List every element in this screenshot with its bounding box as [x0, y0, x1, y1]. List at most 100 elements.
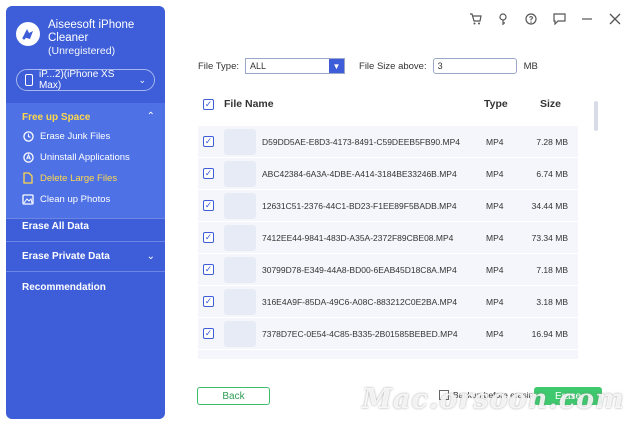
file-type: MP4	[486, 328, 504, 339]
sidebar-item-erase-junk-files[interactable]: Erase Junk Files	[22, 130, 110, 142]
feedback-icon[interactable]	[552, 12, 566, 26]
sidebar-item-uninstall-applications[interactable]: Uninstall Applications	[22, 151, 130, 163]
file-name: 7412EE44-9841-483D-A35A-2372F89CBE08.MP4	[262, 232, 454, 243]
table-row[interactable]: ✓ 7412EE44-9841-483D-A35A-2372F89CBE08.M…	[198, 222, 578, 253]
table-row[interactable]: ✓ 12631C51-2376-44C1-BD23-F1EE89F5BADB.M…	[198, 190, 578, 221]
chevron-up-icon[interactable]: ⌃	[147, 111, 155, 122]
video-thumbnail	[224, 288, 256, 315]
file-list: ✓ D59DD5AE-E8D3-4173-8491-C59DEEB5FB90.M…	[198, 126, 578, 359]
file-size: 7.18 MB	[536, 264, 568, 275]
apps-icon	[22, 151, 34, 163]
back-button[interactable]: Back	[197, 387, 270, 405]
file-icon	[22, 172, 34, 184]
row-checkbox[interactable]: ✓	[203, 136, 214, 147]
file-name: ABC42384-6A3A-4DBE-A414-3184BE33246B.MP4	[262, 168, 457, 179]
sidebar-item-label: Uninstall Applications	[40, 151, 130, 163]
watermark: Mac.orsoon.com	[362, 384, 625, 415]
file-name: 30799D78-E349-44A8-BD00-6EAB45D18C8A.MP4	[262, 264, 457, 275]
sidebar-item-label: Erase Junk Files	[40, 130, 111, 142]
row-checkbox[interactable]: ✓	[203, 328, 214, 339]
file-type-select[interactable]: ALL ▼	[245, 58, 346, 74]
file-type-value: ALL	[250, 61, 267, 71]
file-size: 3.18 MB	[536, 296, 568, 307]
column-size[interactable]: Size	[540, 98, 561, 110]
app-subtitle: (Unregistered)	[48, 45, 116, 57]
video-thumbnail	[224, 320, 256, 347]
video-thumbnail	[224, 160, 256, 187]
minimize-icon[interactable]	[580, 12, 594, 26]
divider	[6, 271, 165, 272]
sidebar-item-clean-up-photos[interactable]: Clean up Photos	[22, 193, 110, 205]
filter-bar: File Type: ALL ▼ File Size above: 3 MB	[198, 58, 538, 74]
video-thumbnail	[224, 192, 256, 219]
file-name: D59DD5AE-E8D3-4173-8491-C59DEEB5FB90.MP4	[262, 136, 460, 147]
file-name: 12631C51-2376-44C1-BD23-F1EE89F5BADB.MP4	[262, 200, 457, 211]
sidebar-section-erase-private-data[interactable]: Erase Private Data	[22, 251, 110, 262]
close-icon[interactable]	[608, 12, 622, 26]
help-icon[interactable]	[524, 12, 538, 26]
sidebar-item-label: Clean up Photos	[40, 193, 111, 205]
file-type: MP4	[486, 296, 504, 307]
scrollbar[interactable]	[594, 101, 598, 131]
file-type: MP4	[486, 232, 504, 243]
divider	[6, 241, 165, 242]
file-size: 73.34 MB	[531, 232, 568, 243]
sidebar-section-free-up-space[interactable]: Free up Space	[22, 112, 90, 123]
cart-icon[interactable]	[468, 12, 482, 26]
photo-icon	[22, 193, 34, 205]
video-thumbnail	[224, 256, 256, 283]
video-thumbnail	[224, 224, 256, 251]
table-row[interactable]: ✓ ABC42384-6A3A-4DBE-A414-3184BE33246B.M…	[198, 158, 578, 189]
file-name: 316E4A9F-85DA-49C6-A08C-883212C0E2BA.MP4	[262, 296, 458, 307]
video-thumbnail	[224, 128, 256, 155]
chevron-down-icon: ⌄	[138, 74, 146, 85]
column-type[interactable]: Type	[484, 98, 508, 110]
row-checkbox[interactable]: ✓	[203, 232, 214, 243]
app-logo-icon	[16, 22, 40, 46]
column-file-name[interactable]: File Name	[224, 98, 274, 110]
table-row[interactable]: ✓ 7378D7EC-0E54-4C85-B335-2B01585BEBED.M…	[198, 318, 578, 349]
select-all-checkbox[interactable]: ✓	[203, 98, 214, 110]
clock-icon	[22, 130, 34, 142]
file-type: MP4	[486, 136, 504, 147]
table-header: ✓ File Name Type Size	[198, 94, 578, 114]
sidebar: Aiseesoft iPhone Cleaner (Unregistered) …	[6, 6, 165, 419]
file-size-label: File Size above:	[359, 60, 427, 72]
sidebar-item-delete-large-files[interactable]: Delete Large Files	[22, 172, 117, 184]
file-size-input[interactable]: 3	[432, 58, 517, 74]
file-name: 7378D7EC-0E54-4C85-B335-2B01585BEBED.MP4	[262, 328, 458, 339]
dropdown-arrow-icon[interactable]: ▼	[329, 59, 345, 73]
file-size: 6.74 MB	[536, 168, 568, 179]
file-type: MP4	[486, 264, 504, 275]
app-title-line2: Cleaner	[48, 32, 89, 44]
row-checkbox[interactable]: ✓	[203, 264, 214, 275]
brand: Aiseesoft iPhone Cleaner (Unregistered)	[16, 19, 134, 58]
row-checkbox[interactable]: ✓	[203, 296, 214, 307]
phone-icon	[25, 74, 33, 86]
file-size: 16.94 MB	[531, 328, 568, 339]
device-selector[interactable]: iP...2)(iPhone XS Max) ⌄	[16, 69, 155, 91]
window-toolbar	[468, 12, 622, 26]
file-size: 7.28 MB	[536, 136, 568, 147]
file-type: MP4	[486, 168, 504, 179]
table-row[interactable]	[198, 350, 578, 359]
divider	[6, 218, 165, 219]
file-size-value: 3	[437, 61, 443, 71]
section-free-up-space: Free up Space ⌃ Erase Junk Files Uninsta…	[6, 103, 165, 218]
sidebar-section-recommendation[interactable]: Recommendation	[22, 282, 106, 293]
chevron-down-icon[interactable]: ⌄	[147, 251, 155, 262]
row-checkbox[interactable]: ✓	[203, 168, 214, 179]
file-type-label: File Type:	[198, 60, 240, 72]
key-icon[interactable]	[496, 12, 510, 26]
row-checkbox[interactable]: ✓	[203, 200, 214, 211]
device-label: iP...2)(iPhone XS Max)	[38, 69, 115, 91]
table-row[interactable]: ✓ 30799D78-E349-44A8-BD00-6EAB45D18C8A.M…	[198, 254, 578, 285]
app-title-line1: Aiseesoft iPhone	[48, 19, 135, 31]
file-size: 34.44 MB	[531, 200, 568, 211]
table-row[interactable]: ✓ 316E4A9F-85DA-49C6-A08C-883212C0E2BA.M…	[198, 286, 578, 317]
file-size-unit: MB	[523, 60, 538, 72]
sidebar-item-label: Delete Large Files	[40, 172, 118, 184]
table-row[interactable]: ✓ D59DD5AE-E8D3-4173-8491-C59DEEB5FB90.M…	[198, 126, 578, 157]
file-type: MP4	[486, 200, 504, 211]
sidebar-section-erase-all-data[interactable]: Erase All Data	[22, 221, 89, 232]
